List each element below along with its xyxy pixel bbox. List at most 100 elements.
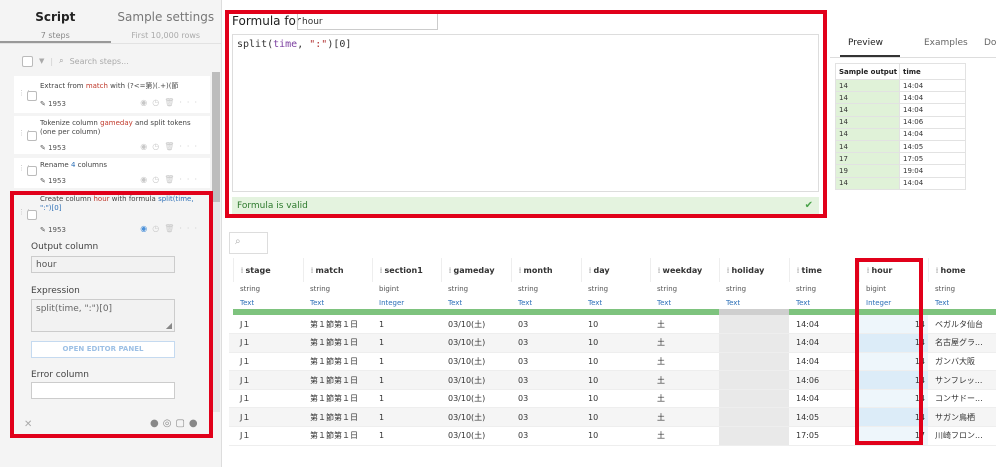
expression-textarea[interactable]: split(time, ":")[0] ◢ <box>31 299 175 332</box>
history-icon[interactable]: ◷ <box>152 224 164 233</box>
copy-icon[interactable]: ▢ <box>175 418 188 429</box>
step-item[interactable]: ⋮⋮ Rename 4 columns ✎ 1953 ◉◷🗑··· <box>14 158 210 188</box>
cell-match[interactable]: 第１節第１日 <box>303 370 372 390</box>
cell-match[interactable]: 第１節第１日 <box>303 389 372 409</box>
cell-month[interactable]: 03 <box>511 407 581 428</box>
cell-day[interactable]: 10 <box>581 407 650 428</box>
cell-gameday[interactable]: 03/10(土) <box>441 352 511 372</box>
table-row[interactable]: J１ 第１節第１日 1 03/10(土) 03 10 土 14:04 14 ガンバ大阪 <box>229 352 996 372</box>
tab-docs[interactable]: Do <box>984 38 996 48</box>
cell-weekday[interactable]: 土 <box>650 407 719 428</box>
cell-section1[interactable]: 1 <box>372 389 441 409</box>
cell-time[interactable]: 14:04 <box>789 315 859 335</box>
cell-holiday[interactable] <box>719 333 789 353</box>
cell-home[interactable]: ガンバ大阪 <box>928 352 996 372</box>
step-checkbox[interactable] <box>27 166 37 176</box>
trash-icon[interactable]: 🗑 <box>164 98 179 107</box>
column-grip-icon[interactable]: ⁞ <box>936 266 939 275</box>
cell-weekday[interactable]: 土 <box>650 426 719 446</box>
cell-section1[interactable]: 1 <box>372 426 441 446</box>
cell-section1[interactable]: 1 <box>372 407 441 428</box>
cell-section1[interactable]: 1 <box>372 352 441 372</box>
chevron-down-icon[interactable]: ▼ <box>39 57 44 65</box>
cell-home[interactable]: サガン鳥栖 <box>928 407 996 428</box>
column-header-month[interactable]: ⁞ month <box>511 258 582 282</box>
history-icon[interactable]: ◷ <box>152 142 164 151</box>
error-column-input[interactable] <box>31 382 175 399</box>
cell-hour[interactable]: 17 <box>859 426 928 446</box>
cell-gameday[interactable]: 03/10(土) <box>441 389 511 409</box>
cell-hour[interactable]: 14 <box>859 333 928 353</box>
column-header-home[interactable]: ⁞ home <box>928 258 996 282</box>
drag-handle-icon[interactable]: ⋮⋮ <box>18 209 32 220</box>
cell-stage[interactable]: J１ <box>233 389 303 409</box>
eye-icon[interactable]: ◉ <box>140 224 152 233</box>
open-editor-panel-button[interactable]: OPEN EDITOR PANEL <box>31 341 175 358</box>
column-header-weekday[interactable]: ⁞ weekday <box>650 258 720 282</box>
trash-icon[interactable]: 🗑 <box>164 224 179 233</box>
more-icon[interactable]: ··· <box>179 224 202 233</box>
more-icon[interactable]: ··· <box>179 98 202 107</box>
formula-column-name-input[interactable]: hour <box>297 13 438 30</box>
column-grip-icon[interactable]: ⁞ <box>380 266 383 275</box>
cell-holiday[interactable] <box>719 407 789 428</box>
column-grip-icon[interactable]: ⁞ <box>867 266 870 275</box>
cell-hour[interactable]: 14 <box>859 407 928 428</box>
column-grip-icon[interactable]: ⁞ <box>519 266 522 275</box>
cell-month[interactable]: 03 <box>511 315 581 335</box>
help-icon[interactable]: ● <box>189 418 202 429</box>
column-header-day[interactable]: ⁞ day <box>581 258 651 282</box>
cell-home[interactable]: 川崎フロン... <box>928 426 996 446</box>
cell-home[interactable]: ベガルタ仙台 <box>928 315 996 335</box>
table-row[interactable]: J１ 第１節第１日 1 03/10(土) 03 10 土 14:05 14 サガン鳥栖 <box>229 407 996 428</box>
formula-code-editor[interactable]: split(time, ":")[0] <box>232 34 819 192</box>
drag-handle-icon[interactable]: ⋮⋮ <box>18 165 32 176</box>
column-header-stage[interactable]: ⁞ stage <box>233 258 304 282</box>
column-grip-icon[interactable]: ⁞ <box>797 266 800 275</box>
cell-gameday[interactable]: 03/10(土) <box>441 407 511 428</box>
column-grip-icon[interactable]: ⁞ <box>241 266 244 275</box>
column-header-hour[interactable]: ⁞ hour <box>859 258 929 282</box>
cell-time[interactable]: 14:05 <box>789 407 859 428</box>
cell-time[interactable]: 17:05 <box>789 426 859 446</box>
search-steps-input[interactable]: Search steps... <box>70 57 129 66</box>
table-row[interactable]: J１ 第１節第１日 1 03/10(土) 03 10 土 14:04 14 コンサドー... <box>229 389 996 409</box>
cell-month[interactable]: 03 <box>511 426 581 446</box>
history-icon[interactable]: ◷ <box>152 175 164 184</box>
cell-time[interactable]: 14:04 <box>789 352 859 372</box>
refresh-icon[interactable]: ◎ <box>163 418 176 429</box>
eye-icon[interactable]: ◉ <box>140 142 152 151</box>
cell-stage[interactable]: J１ <box>233 426 303 446</box>
more-icon[interactable]: ··· <box>179 142 202 151</box>
cell-weekday[interactable]: 土 <box>650 389 719 409</box>
cell-holiday[interactable] <box>719 389 789 409</box>
info-icon[interactable]: ● <box>150 418 163 429</box>
select-all-checkbox[interactable] <box>22 55 33 67</box>
cell-stage[interactable]: J１ <box>233 370 303 390</box>
cell-stage[interactable]: J１ <box>233 352 303 372</box>
output-column-input[interactable]: hour <box>31 256 175 273</box>
trash-icon[interactable]: 🗑 <box>164 142 179 151</box>
eye-icon[interactable]: ◉ <box>140 175 152 184</box>
grid-search-input[interactable]: ⌕ <box>229 232 268 254</box>
more-icon[interactable]: ··· <box>179 175 202 184</box>
cell-weekday[interactable]: 土 <box>650 370 719 390</box>
column-grip-icon[interactable]: ⁞ <box>449 266 452 275</box>
drag-handle-icon[interactable]: ⋮⋮ <box>18 130 32 141</box>
cell-hour[interactable]: 14 <box>859 389 928 409</box>
cell-gameday[interactable]: 03/10(土) <box>441 333 511 353</box>
cell-home[interactable]: コンサドー... <box>928 389 996 409</box>
cell-match[interactable]: 第１節第１日 <box>303 407 372 428</box>
cell-hour[interactable]: 14 <box>859 352 928 372</box>
cell-stage[interactable]: J１ <box>233 407 303 428</box>
step-item[interactable]: ⋮⋮ Extract from match with (?<=第)(.+)(節 … <box>14 76 210 113</box>
cell-section1[interactable]: 1 <box>372 315 441 335</box>
cell-hour[interactable]: 14 <box>859 315 928 335</box>
history-icon[interactable]: ◷ <box>152 98 164 107</box>
cell-section1[interactable]: 1 <box>372 370 441 390</box>
step-checkbox[interactable] <box>27 91 37 101</box>
step-checkbox[interactable] <box>27 210 37 220</box>
cell-day[interactable]: 10 <box>581 389 650 409</box>
cell-gameday[interactable]: 03/10(土) <box>441 370 511 390</box>
cell-weekday[interactable]: 土 <box>650 352 719 372</box>
